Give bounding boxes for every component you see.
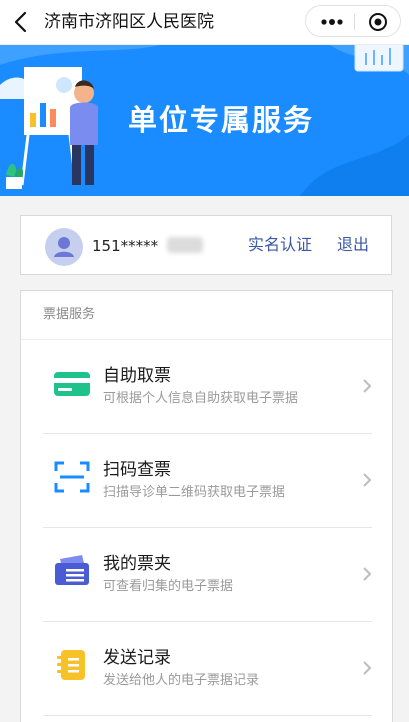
user-card: 151***** 实名认证 退出	[20, 215, 392, 275]
chevron-right-icon	[363, 567, 372, 581]
service-desc: 发送给他人的电子票据记录	[103, 673, 260, 688]
page-title: 济南市济阳区人民医院	[44, 12, 214, 32]
service-item-ticket-folder[interactable]: 我的票夹 可查看归集的电子票据	[43, 527, 372, 622]
close-target-icon[interactable]	[368, 12, 388, 32]
scan-icon	[54, 461, 90, 493]
capsule-divider	[354, 14, 355, 30]
mini-program-capsule	[305, 5, 401, 37]
chevron-right-icon	[363, 379, 372, 393]
user-phone: 151*****	[92, 237, 159, 255]
section-header: 票据服务	[21, 291, 392, 340]
ticket-card-icon	[54, 372, 90, 396]
service-banner: 单位专属服务	[0, 45, 409, 196]
ticket-service-card: 票据服务 自助取票 可根据个人信息自助获取电子票据 扫码查票 扫描导诊单二维码获…	[20, 290, 393, 722]
service-title: 自助取票	[103, 366, 171, 386]
ticket-folder-icon	[55, 555, 89, 585]
back-arrow-icon[interactable]	[10, 10, 34, 34]
logout-link[interactable]: 退出	[337, 234, 369, 256]
service-desc: 扫描导诊单二维码获取电子票据	[103, 485, 286, 500]
service-item-self-pickup[interactable]: 自助取票 可根据个人信息自助获取电子票据	[43, 339, 372, 434]
service-title: 发送记录	[103, 648, 171, 668]
service-title: 扫码查票	[103, 460, 171, 480]
avatar	[45, 228, 83, 266]
more-icon[interactable]	[321, 19, 343, 25]
realname-auth-link[interactable]: 实名认证	[248, 234, 312, 256]
masked-phone-digits	[167, 237, 203, 253]
banner-title: 单位专属服务	[128, 103, 315, 137]
chevron-right-icon	[363, 661, 372, 675]
service-item-scan-query[interactable]: 扫码查票 扫描导诊单二维码获取电子票据	[43, 433, 372, 528]
service-title: 我的票夹	[103, 554, 171, 574]
service-item-send-record[interactable]: 发送记录 发送给他人的电子票据记录	[43, 621, 372, 716]
chevron-right-icon	[363, 473, 372, 487]
send-record-icon	[57, 650, 85, 680]
section-label: 票据服务	[43, 307, 96, 322]
service-desc: 可查看归集的电子票据	[103, 579, 234, 594]
nav-bar: 济南市济阳区人民医院	[0, 0, 409, 45]
user-avatar-icon	[54, 237, 74, 257]
service-desc: 可根据个人信息自助获取电子票据	[103, 391, 299, 406]
